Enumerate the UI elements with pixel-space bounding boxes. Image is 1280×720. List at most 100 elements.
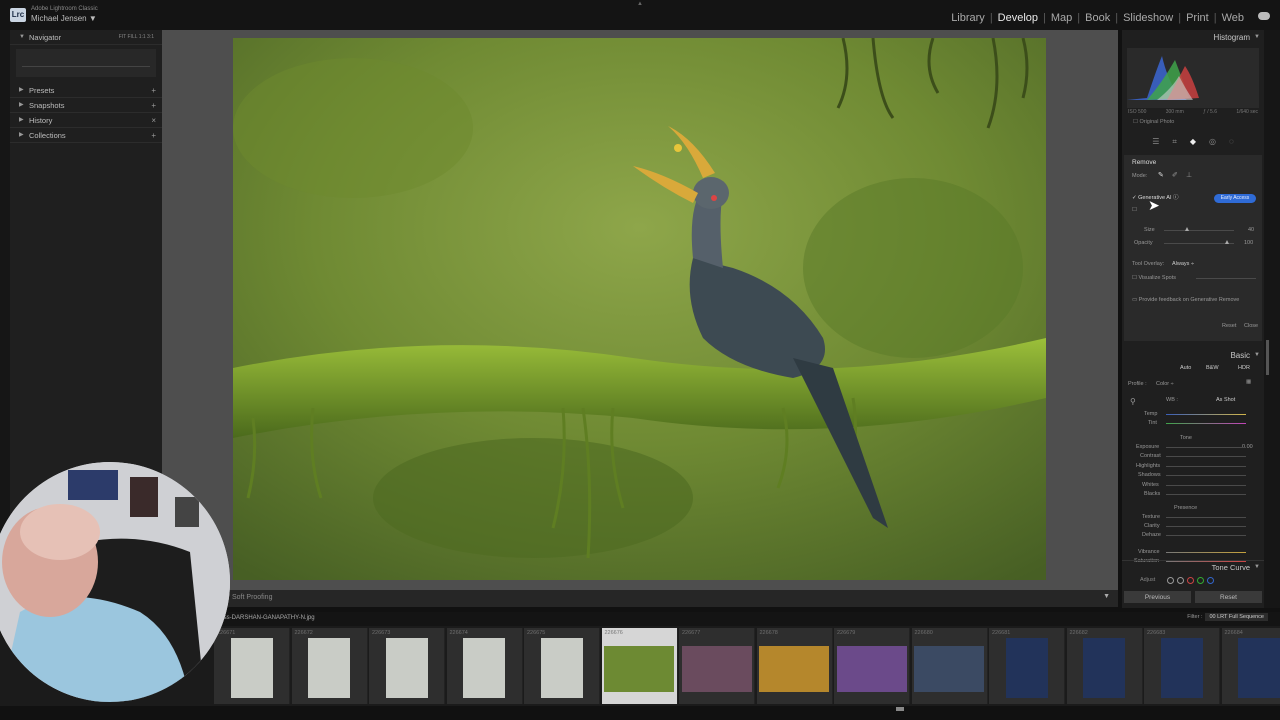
collapse-top-arrow-icon[interactable]: ▲ [637, 1, 643, 7]
highlights-slider[interactable] [1166, 466, 1246, 467]
filmstrip-thumbnail[interactable] [1083, 638, 1125, 698]
tool-overlay-dropdown[interactable]: Always ÷ [1172, 261, 1194, 267]
filmstrip-thumbnail[interactable] [604, 646, 674, 692]
profile-browser-icon[interactable]: ▦ [1246, 379, 1251, 385]
toolbar-menu-icon[interactable]: ▼ [1103, 593, 1110, 600]
point-curve-icon[interactable] [1177, 577, 1184, 584]
module-map[interactable]: Map [1051, 12, 1072, 24]
filmstrip-thumbnail[interactable] [540, 638, 583, 698]
visualize-spots-checkbox[interactable]: ☐ Visualize Spots [1132, 275, 1176, 281]
presets-header[interactable]: ▶ Presets + [10, 83, 162, 98]
filmstrip-cell[interactable]: 226673 [369, 628, 445, 704]
right-panel-scrollbar[interactable] [1266, 340, 1269, 375]
main-photo[interactable] [233, 38, 1046, 580]
previous-button[interactable]: Previous [1124, 591, 1191, 603]
crop-icon[interactable]: ⌗ [1172, 137, 1177, 151]
filmstrip-thumbnail[interactable] [1160, 638, 1203, 698]
module-library[interactable]: Library [951, 12, 985, 24]
brush-icon[interactable]: ✎ [1158, 171, 1164, 179]
tone-curve-header[interactable]: Tone Curve ▼ [1122, 560, 1264, 573]
module-book[interactable]: Book [1085, 12, 1110, 24]
filmstrip-cell[interactable]: 226676 [601, 628, 678, 704]
pen-icon[interactable]: ✐ [1172, 171, 1178, 179]
size-value[interactable]: 40 [1248, 227, 1254, 233]
collections-header[interactable]: ▶ Collections + [10, 128, 162, 143]
shadows-slider[interactable] [1166, 475, 1246, 476]
filmstrip-thumbnail[interactable] [681, 646, 752, 692]
filmstrip-cell[interactable]: 226681 [989, 628, 1065, 704]
navigator-slider[interactable] [22, 66, 150, 67]
histogram-header[interactable]: Histogram ▼ [1122, 30, 1264, 45]
visualize-slider[interactable] [1196, 278, 1256, 279]
histogram[interactable] [1127, 48, 1259, 108]
original-photo-checkbox[interactable]: ☐ Original Photo [1122, 119, 1264, 125]
add-preset-icon[interactable]: + [151, 83, 156, 98]
navigator-header[interactable]: ▼ Navigator FIT FILL 1:1 3:1 [10, 30, 162, 45]
filmstrip-cell[interactable]: 226671 [214, 628, 290, 704]
module-slideshow[interactable]: Slideshow [1123, 12, 1173, 24]
size-slider-knob[interactable] [1185, 227, 1189, 231]
tint-slider[interactable] [1166, 423, 1246, 424]
eyedropper-icon[interactable]: ⚲ [1130, 397, 1136, 406]
object-aware-checkbox[interactable]: ☐ [1132, 207, 1137, 213]
green-channel-icon[interactable] [1197, 577, 1204, 584]
clarity-slider[interactable] [1166, 526, 1246, 527]
add-collection-icon[interactable]: + [151, 128, 156, 143]
auto-button[interactable]: Auto [1180, 365, 1191, 371]
remove-close-button[interactable]: Close [1244, 323, 1258, 329]
filmstrip-cell[interactable]: 226674 [446, 628, 523, 704]
redeye-icon[interactable]: ◎ [1209, 137, 1216, 151]
remove-reset-button[interactable]: Reset [1222, 323, 1236, 329]
filmstrip-thumbnail[interactable] [230, 638, 273, 698]
filmstrip-thumbnail[interactable] [914, 646, 984, 692]
filmstrip-cell[interactable]: 226678 [756, 628, 833, 704]
filmstrip-cell[interactable]: 226675 [524, 628, 600, 704]
filmstrip-cell[interactable]: 226677 [679, 628, 755, 704]
snapshots-header[interactable]: ▶ Snapshots + [10, 98, 162, 113]
filmstrip-thumbnail[interactable] [1238, 638, 1280, 698]
feedback-link[interactable]: ▭ Provide feedback on Generative Remove [1132, 297, 1239, 303]
opacity-slider[interactable] [1164, 243, 1234, 244]
whites-slider[interactable] [1166, 485, 1246, 486]
filmstrip-cell[interactable]: 226683 [1144, 628, 1220, 704]
right-panel-edge[interactable] [1264, 30, 1280, 608]
filmstrip-thumbnail[interactable] [463, 638, 505, 698]
filmstrip-thumbnail[interactable] [759, 646, 829, 692]
eraser-icon[interactable]: ◆ [1190, 137, 1196, 151]
blacks-slider[interactable] [1166, 494, 1246, 495]
exposure-slider[interactable] [1166, 447, 1246, 448]
sliders-icon[interactable]: ☰ [1152, 137, 1159, 151]
filmstrip-cell[interactable]: 226684 [1221, 628, 1280, 704]
hdr-button[interactable]: HDR [1238, 365, 1250, 371]
opacity-slider-knob[interactable] [1225, 240, 1229, 244]
filmstrip-filter[interactable]: Filter :00 LRT Full Sequence [1187, 613, 1268, 621]
temp-slider[interactable] [1166, 414, 1246, 415]
filmstrip-thumbnail[interactable] [308, 638, 350, 698]
filmstrip-scrollbar[interactable] [896, 707, 904, 711]
navigator-preview[interactable] [16, 49, 156, 77]
stamp-icon[interactable]: ⊥ [1186, 171, 1192, 179]
module-print[interactable]: Print [1186, 12, 1209, 24]
size-slider[interactable] [1164, 230, 1234, 231]
module-develop[interactable]: Develop [998, 12, 1038, 24]
filmstrip-cell[interactable]: 226679 [834, 628, 910, 704]
masking-icon[interactable]: ◌ [1229, 137, 1234, 151]
basic-header[interactable]: Basic ▼ [1122, 348, 1264, 363]
history-header[interactable]: ▶ History × [10, 113, 162, 128]
parametric-curve-icon[interactable] [1167, 577, 1174, 584]
zoom-options[interactable]: FIT FILL 1:1 3:1 [119, 30, 154, 45]
red-channel-icon[interactable] [1187, 577, 1194, 584]
user-menu[interactable]: Michael Jensen ▼ [31, 14, 97, 23]
cloud-icon[interactable] [1258, 12, 1270, 20]
add-snapshot-icon[interactable]: + [151, 98, 156, 113]
filmstrip-cell[interactable]: 226682 [1066, 628, 1143, 704]
blue-channel-icon[interactable] [1207, 577, 1214, 584]
clear-history-icon[interactable]: × [151, 113, 156, 128]
filmstrip-thumbnail[interactable] [385, 638, 428, 698]
bw-button[interactable]: B&W [1206, 365, 1219, 371]
texture-slider[interactable] [1166, 517, 1246, 518]
vibrance-slider[interactable] [1166, 552, 1246, 553]
wb-dropdown[interactable]: As Shot [1216, 397, 1235, 403]
contrast-slider[interactable] [1166, 456, 1246, 457]
profile-dropdown[interactable]: Color ÷ [1156, 381, 1174, 387]
